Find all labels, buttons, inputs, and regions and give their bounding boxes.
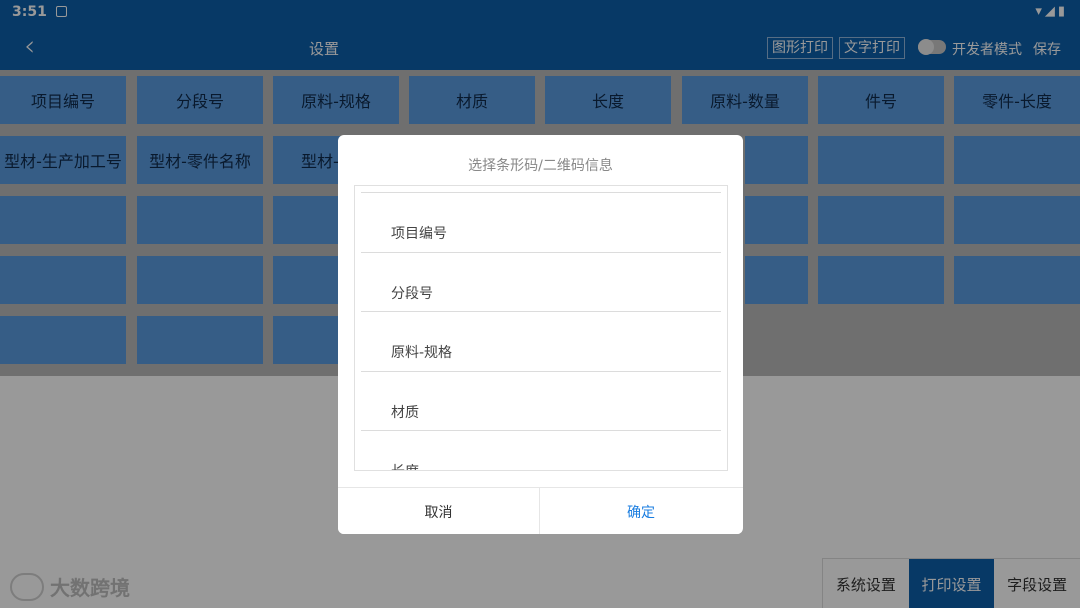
cancel-button[interactable]: 取消	[338, 488, 540, 534]
list-item[interactable]: 分段号	[361, 252, 721, 312]
list-item-label: 分段号	[391, 286, 433, 302]
list-item-label: 原料-规格	[391, 345, 453, 361]
list-item-label: 材质	[391, 405, 419, 421]
list-item[interactable]: 项目编号	[361, 192, 721, 252]
dialog-actions: 取消 确定	[338, 487, 743, 534]
field-list[interactable]: 项目编号 分段号 原料-规格 材质 长度	[354, 185, 728, 471]
confirm-button[interactable]: 确定	[540, 488, 742, 534]
dialog-title: 选择条形码/二维码信息	[468, 158, 613, 174]
list-item-label: 项目编号	[391, 226, 447, 242]
list-item[interactable]: 原料-规格	[361, 311, 721, 371]
list-item[interactable]: 材质	[361, 371, 721, 431]
list-item-label: 长度	[391, 461, 419, 470]
barcode-info-dialog: 选择条形码/二维码信息 项目编号 分段号 原料-规格 材质 长度 取消 确定	[338, 135, 743, 534]
list-item[interactable]: 长度	[361, 430, 721, 470]
